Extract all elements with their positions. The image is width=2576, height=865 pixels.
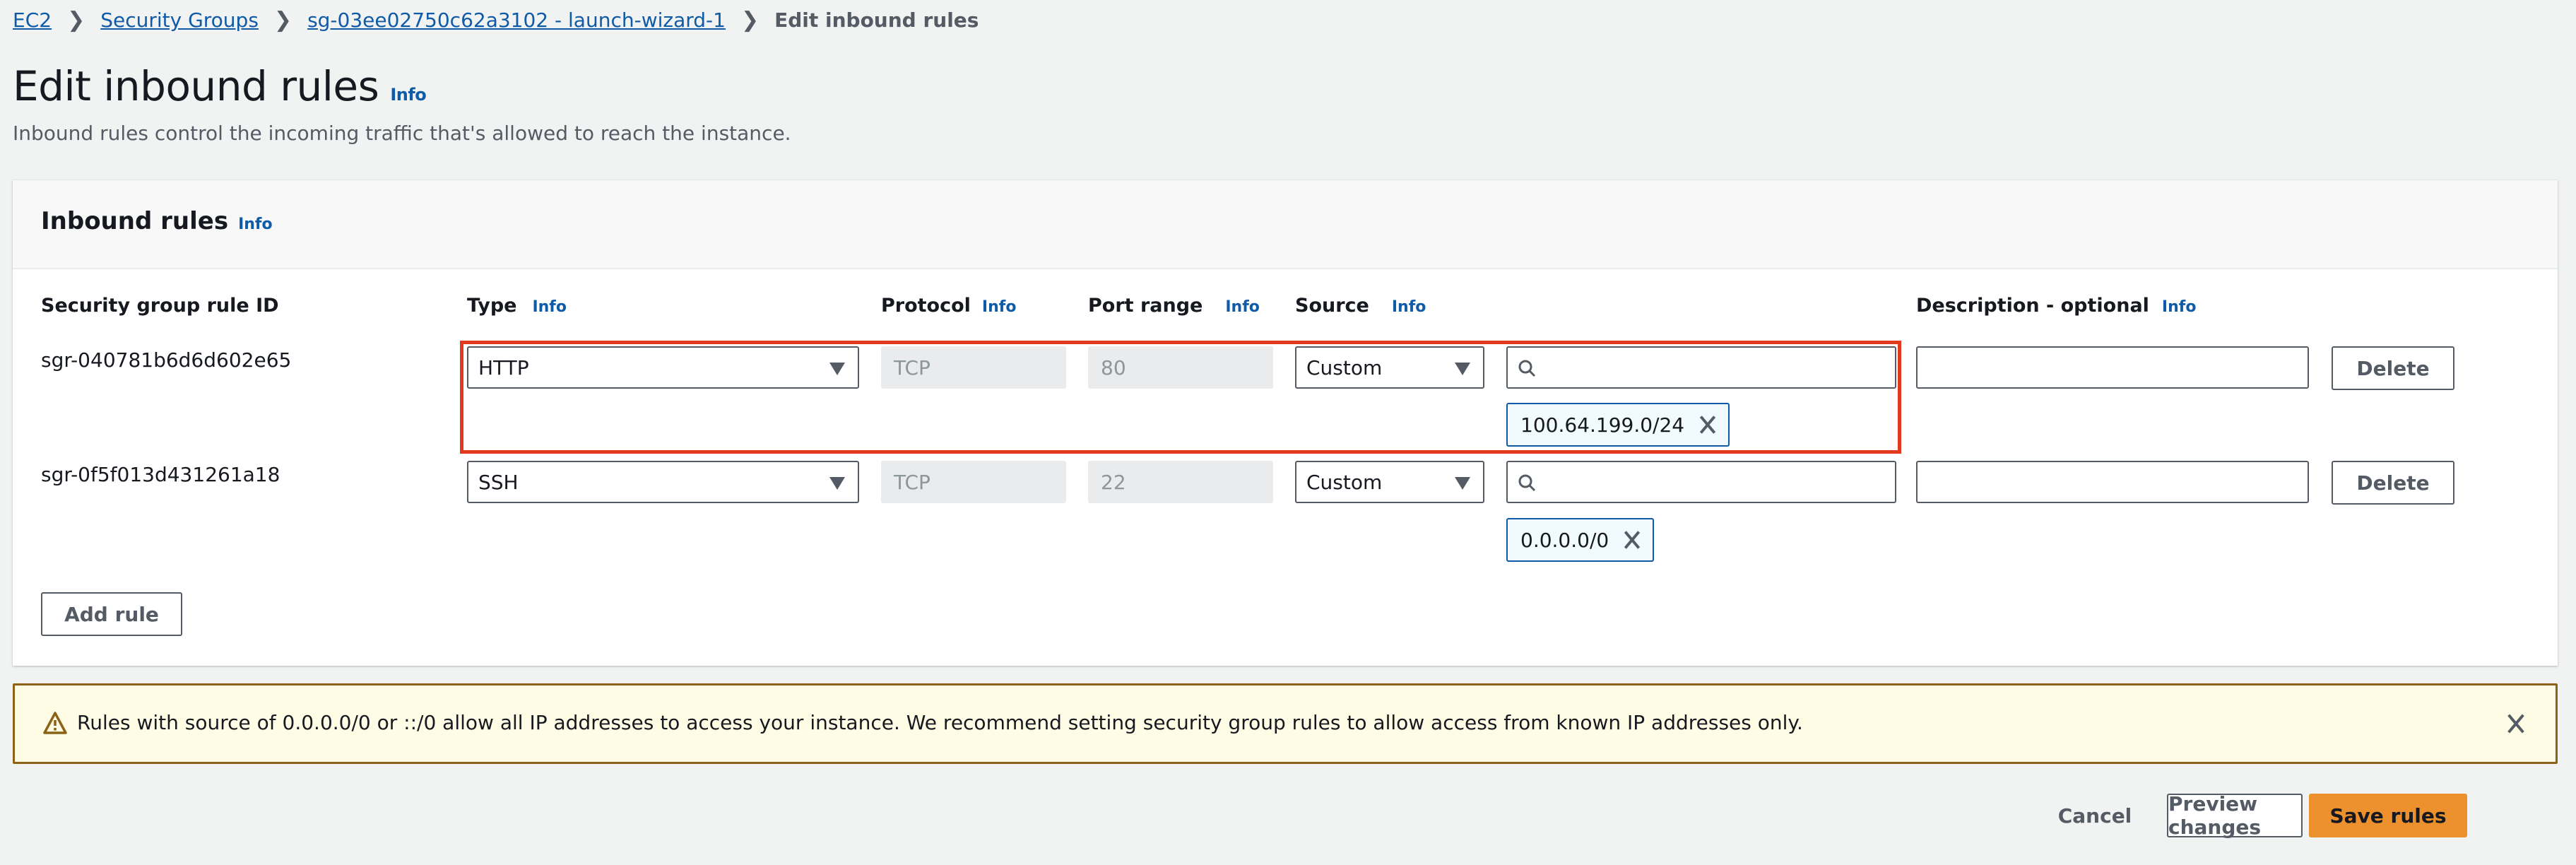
type-select-value: HTTP xyxy=(478,355,529,379)
remove-token-icon[interactable] xyxy=(1697,414,1718,435)
chevron-right-icon: ❯ xyxy=(740,7,760,33)
page-title: Edit inbound rules Info xyxy=(13,62,427,110)
inbound-rules-panel: Inbound rules Info Security group rule ID… xyxy=(13,180,2558,666)
column-header-source: Source Info xyxy=(1295,295,1426,317)
chevron-right-icon: ❯ xyxy=(67,7,85,33)
rule-id: sgr-040781b6d6d602e65 xyxy=(41,348,292,372)
cidr-search-input[interactable] xyxy=(1506,346,1896,389)
warning-triangle-icon xyxy=(43,712,67,734)
protocol-info-link[interactable]: Info xyxy=(982,298,1017,316)
source-select[interactable]: Custom xyxy=(1295,346,1484,389)
description-input[interactable] xyxy=(1916,461,2309,503)
page-info-link[interactable]: Info xyxy=(390,85,426,105)
preview-changes-button[interactable]: Preview changes xyxy=(2167,792,2303,839)
warning-text: Rules with source of 0.0.0.0/0 or ::/0 a… xyxy=(77,711,1803,734)
breadcrumb: EC2 ❯ Security Groups ❯ sg-03ee02750c62a… xyxy=(13,6,979,34)
breadcrumb-security-group[interactable]: sg-03ee02750c62a3102 - launch-wizard-1 xyxy=(307,8,726,32)
type-select[interactable]: SSH xyxy=(467,461,859,503)
port-range-info-link[interactable]: Info xyxy=(1225,298,1260,316)
cidr-token: 0.0.0.0/0 xyxy=(1506,518,1655,562)
cidr-token-text: 100.64.199.0/24 xyxy=(1520,413,1685,437)
column-header-port-range-text: Port range xyxy=(1088,295,1203,317)
protocol-field: TCP xyxy=(881,461,1066,503)
panel-title-text: Inbound rules xyxy=(41,207,229,235)
port-range-field: 80 xyxy=(1088,346,1273,389)
close-icon[interactable] xyxy=(2506,712,2526,735)
column-header-protocol-text: Protocol xyxy=(881,295,971,317)
description-info-link[interactable]: Info xyxy=(2162,298,2197,316)
column-header-type-text: Type xyxy=(467,295,517,317)
type-info-link[interactable]: Info xyxy=(532,298,567,316)
source-select-value: Custom xyxy=(1306,355,1383,379)
caret-down-icon xyxy=(829,363,845,375)
source-info-link[interactable]: Info xyxy=(1392,298,1426,316)
chevron-right-icon: ❯ xyxy=(273,7,293,33)
add-rule-button[interactable]: Add rule xyxy=(41,592,182,636)
breadcrumb-current: Edit inbound rules xyxy=(774,8,979,32)
delete-rule-button[interactable]: Delete xyxy=(2332,461,2454,505)
column-header-rule-id-text: Security group rule ID xyxy=(41,295,279,317)
breadcrumb-security-groups[interactable]: Security Groups xyxy=(100,8,259,32)
column-header-source-text: Source xyxy=(1295,295,1369,317)
panel-title: Inbound rules Info xyxy=(41,207,273,235)
cidr-search-input[interactable] xyxy=(1506,461,1896,503)
rule-id: sgr-0f5f013d431261a18 xyxy=(41,463,280,486)
column-header-protocol: Protocol Info xyxy=(881,295,1016,317)
column-header-rule-id: Security group rule ID xyxy=(41,295,279,317)
delete-rule-button[interactable]: Delete xyxy=(2332,346,2454,390)
breadcrumb-ec2[interactable]: EC2 xyxy=(13,8,52,32)
warning-alert: Rules with source of 0.0.0.0/0 or ::/0 a… xyxy=(13,683,2558,764)
cidr-token-text: 0.0.0.0/0 xyxy=(1520,528,1609,552)
type-select[interactable]: HTTP xyxy=(467,346,859,389)
search-icon xyxy=(1518,474,1536,492)
source-select-value: Custom xyxy=(1306,470,1383,494)
port-range-field: 22 xyxy=(1088,461,1273,503)
column-header-type: Type Info xyxy=(467,295,567,317)
cancel-button[interactable]: Cancel xyxy=(2049,794,2141,837)
remove-token-icon[interactable] xyxy=(1621,529,1643,551)
caret-down-icon xyxy=(1455,477,1470,490)
description-input[interactable] xyxy=(1916,346,2309,389)
page-title-text: Edit inbound rules xyxy=(13,62,379,110)
protocol-field: TCP xyxy=(881,346,1066,389)
panel-info-link[interactable]: Info xyxy=(238,216,273,233)
panel-header: Inbound rules Info xyxy=(13,180,2558,269)
page-subtitle: Inbound rules control the incoming traff… xyxy=(13,122,791,145)
caret-down-icon xyxy=(829,477,845,490)
source-select[interactable]: Custom xyxy=(1295,461,1484,503)
search-icon xyxy=(1518,360,1536,377)
save-rules-button[interactable]: Save rules xyxy=(2309,794,2467,837)
type-select-value: SSH xyxy=(478,470,519,494)
column-header-description: Description - optional Info xyxy=(1916,295,2196,317)
column-header-description-text: Description - optional xyxy=(1916,295,2149,317)
column-header-port-range: Port range Info xyxy=(1088,295,1260,317)
cidr-token: 100.64.199.0/24 xyxy=(1506,403,1730,447)
caret-down-icon xyxy=(1455,363,1470,375)
